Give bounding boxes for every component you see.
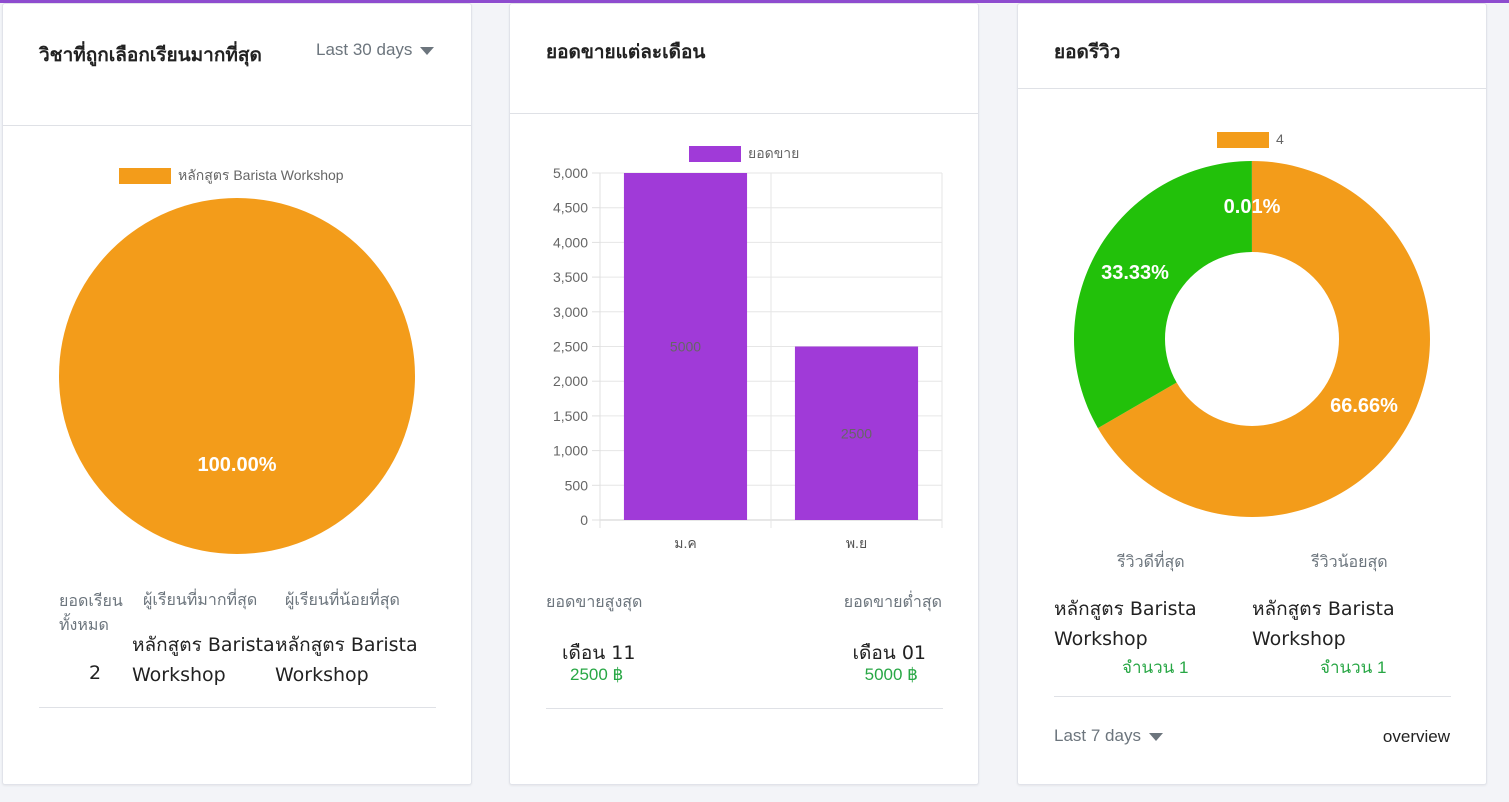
- total-enroll-label-line2: ทั้งหมด: [59, 615, 109, 634]
- max-sales-month: เดือน 11: [562, 642, 636, 664]
- worst-review-count: จำนวน 1: [1320, 658, 1387, 677]
- total-enroll-value: 2: [89, 662, 102, 684]
- most-learners-label: ผู้เรียนที่มากที่สุด: [143, 590, 258, 609]
- caret-down-icon: [420, 46, 435, 55]
- bar-data-label: 2500: [841, 425, 872, 441]
- y-tick-label: 0: [580, 512, 588, 528]
- y-tick-label: 2,000: [553, 373, 588, 389]
- max-sales-label: ยอดขายสูงสุด: [546, 592, 643, 611]
- pie-slice: [59, 198, 415, 554]
- best-review-value: หลักสูตร Barista Workshop: [1054, 594, 1197, 654]
- divider: [39, 707, 436, 708]
- slice-label: 0.01%: [1224, 196, 1281, 218]
- y-tick-label: 3,500: [553, 269, 588, 285]
- y-tick-label: 500: [565, 477, 589, 493]
- period-dropdown[interactable]: Last 7 days: [1054, 726, 1163, 746]
- card-title: ยอดขายแต่ละเดือน: [546, 41, 706, 63]
- y-tick-label: 5,000: [553, 165, 588, 181]
- card-title: ยอดรีวิว: [1054, 41, 1121, 63]
- legend-swatch: [1217, 132, 1269, 148]
- total-enroll-label-line1: ยอดเรียน: [59, 591, 123, 610]
- slice-label: 100.00%: [198, 454, 277, 476]
- x-tick-label: ม.ค: [674, 535, 696, 551]
- total-enroll-label: ยอดเรียน ทั้งหมด: [59, 589, 123, 637]
- popular-course-card: วิชาที่ถูกเลือกเรียนมากที่สุด Last 30 da…: [2, 3, 472, 785]
- max-sales-amount: 2500 ฿: [570, 665, 624, 684]
- worst-review-line1: หลักสูตร Barista: [1252, 598, 1395, 620]
- worst-review-line2: Workshop: [1252, 628, 1346, 650]
- divider: [1054, 696, 1451, 697]
- x-tick-label: พ.ย: [846, 535, 867, 551]
- min-sales-month: เดือน 01: [852, 642, 926, 664]
- worst-review-value: หลักสูตร Barista Workshop: [1252, 594, 1395, 654]
- sales-bar-chart: ยอดขาย 0 500 1,000 1,500 2,000 2,500 3,000 3,50…: [553, 145, 943, 551]
- least-learners-line2: Workshop: [275, 664, 369, 686]
- period-dropdown[interactable]: Last 30 days: [316, 40, 435, 60]
- reviews-card: ยอดรีวิว 4 66.66% 33.33% 0.01% รีวิวดีที่ส…: [1017, 3, 1487, 785]
- y-tick-label: 4,500: [553, 200, 588, 216]
- worst-review-label: รีวิวน้อยสุด: [1311, 552, 1388, 571]
- legend-label: หลักสูตร Barista Workshop: [178, 167, 344, 184]
- course-pie-chart: หลักสูตร Barista Workshop 100.00%: [59, 167, 415, 554]
- period-label: Last 30 days: [316, 40, 413, 59]
- most-learners-value: หลักสูตร Barista Workshop: [132, 630, 275, 690]
- min-sales-label: ยอดขายต่ำสุด: [843, 592, 942, 611]
- y-tick-label: 2,500: [553, 339, 588, 355]
- best-review-count: จำนวน 1: [1122, 658, 1189, 677]
- y-tick-label: 3,000: [553, 304, 588, 320]
- most-learners-line1: หลักสูตร Barista: [132, 634, 275, 656]
- bar-data-label: 5000: [670, 339, 701, 355]
- divider: [546, 708, 943, 709]
- least-learners-line1: หลักสูตร Barista: [275, 634, 418, 656]
- least-learners-value: หลักสูตร Barista Workshop: [275, 630, 418, 690]
- most-learners-line2: Workshop: [132, 664, 226, 686]
- y-tick-label: 4,000: [553, 234, 588, 250]
- slice-label: 33.33%: [1101, 262, 1169, 284]
- period-label: Last 7 days: [1054, 726, 1141, 745]
- reviews-doughnut-chart: 4 66.66% 33.33% 0.01%: [1074, 131, 1430, 517]
- y-tick-label: 1,000: [553, 443, 588, 459]
- min-sales-amount: 5000 ฿: [864, 665, 918, 684]
- monthly-sales-card: ยอดขายแต่ละเดือน ยอดขาย 0 500 1,000 1,500 2,…: [509, 3, 979, 785]
- slice-label: 66.66%: [1330, 395, 1398, 417]
- best-review-label: รีวิวดีที่สุด: [1117, 552, 1185, 571]
- card-title: วิชาที่ถูกเลือกเรียนมากที่สุด: [39, 44, 262, 66]
- best-review-line1: หลักสูตร Barista: [1054, 598, 1197, 620]
- y-tick-label: 1,500: [553, 408, 588, 424]
- overview-link[interactable]: overview: [1383, 727, 1450, 747]
- legend-swatch: [689, 146, 741, 162]
- legend-swatch: [119, 168, 171, 184]
- legend-label: 4: [1276, 131, 1284, 147]
- least-learners-label: ผู้เรียนที่น้อยที่สุด: [285, 590, 400, 609]
- legend-label: ยอดขาย: [748, 145, 799, 161]
- caret-down-icon: [1148, 732, 1163, 741]
- best-review-line2: Workshop: [1054, 628, 1148, 650]
